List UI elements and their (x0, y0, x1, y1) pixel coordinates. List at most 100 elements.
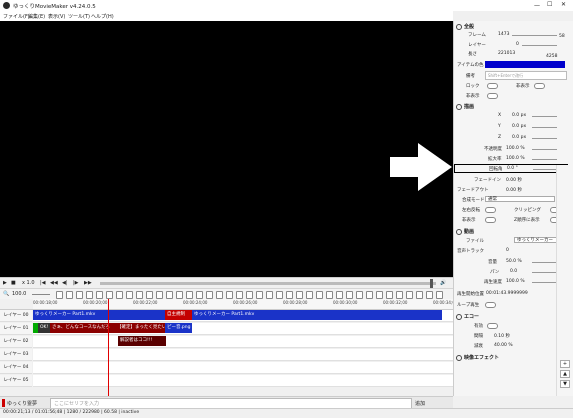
tool-icon[interactable] (226, 291, 233, 299)
opacity-slider[interactable] (532, 149, 557, 150)
layer-label[interactable]: レイヤー 05 (0, 375, 32, 387)
fadein-value[interactable]: 0.00 秒 (506, 177, 522, 183)
tool-icon[interactable] (106, 291, 113, 299)
menu-help[interactable]: ヘルプ(H) (91, 13, 114, 20)
decay-value[interactable]: 40.00 % (494, 343, 513, 348)
tool-icon[interactable] (326, 291, 333, 299)
layer-label[interactable]: レイヤー 00 (0, 310, 32, 322)
tool-icon[interactable] (196, 291, 203, 299)
tool-icon[interactable] (176, 291, 183, 299)
layer-label[interactable]: レイヤー 02 (0, 336, 32, 348)
tool-icon[interactable] (406, 291, 413, 299)
volume-slider[interactable] (532, 262, 557, 263)
other-toggle[interactable] (487, 93, 498, 99)
tool-icon[interactable] (416, 291, 423, 299)
skip-back-icon[interactable]: |◀ (40, 280, 46, 286)
section-general[interactable]: 全般 (456, 23, 474, 30)
timeline-clip[interactable]: 解説者はココ!!! (118, 336, 166, 346)
play-icon[interactable]: ▶ (3, 280, 7, 286)
item-color-swatch[interactable] (485, 61, 565, 68)
tool-icon[interactable] (426, 291, 433, 299)
layer-label[interactable]: レイヤー 04 (0, 362, 32, 374)
timeline-clip[interactable]: 自主規制 (165, 310, 192, 320)
tool-icon[interactable] (296, 291, 303, 299)
section-echo[interactable]: エコー (456, 313, 479, 320)
tool-icon[interactable] (76, 291, 83, 299)
tool-icon[interactable] (56, 291, 63, 299)
timeline-clip[interactable]: 【確定】まったく見たい (115, 323, 165, 333)
tool-icon[interactable] (126, 291, 133, 299)
add-button[interactable]: 追加 (415, 400, 425, 407)
tool-icon[interactable] (276, 291, 283, 299)
rotation-row[interactable]: 回転角 0.0 ° (454, 164, 568, 173)
speed-label[interactable]: x 1.0 (22, 280, 35, 286)
minimize-icon[interactable]: — (534, 2, 540, 9)
menu-file[interactable]: ファイル(F) (3, 13, 30, 20)
layer-lane[interactable] (33, 375, 453, 387)
opacity-value[interactable]: 100.0 % (506, 146, 525, 151)
tool-icon[interactable] (376, 291, 383, 299)
frame-forward-icon[interactable]: |▶ (73, 280, 79, 286)
add-effect-icon[interactable]: + (560, 360, 570, 368)
y-slider[interactable] (532, 127, 557, 128)
echo-valid-toggle[interactable] (487, 323, 498, 329)
frame-slider[interactable] (512, 35, 557, 36)
zorder-toggle[interactable] (485, 217, 496, 223)
zoom-slider[interactable] (32, 294, 50, 295)
frame-back-icon[interactable]: ◀| (62, 280, 68, 286)
pan-value[interactable]: 0.0 (510, 269, 517, 274)
layer-lane[interactable] (33, 362, 453, 374)
effect-down-icon[interactable]: ▼ (560, 380, 570, 388)
z-slider[interactable] (532, 138, 557, 139)
rewind-icon[interactable]: ◀◀ (50, 280, 58, 286)
seek-bar[interactable] (100, 282, 436, 285)
tool-icon[interactable] (386, 291, 393, 299)
tool-icon[interactable] (66, 291, 73, 299)
tool-icon[interactable] (186, 291, 193, 299)
timeline-clip[interactable]: OK! (38, 323, 50, 333)
time-ruler[interactable]: 00:00:18;00 00:00:20;00 00:00:22;00 00:0… (33, 299, 455, 310)
layer-lane[interactable] (33, 349, 453, 361)
tool-icon[interactable] (136, 291, 143, 299)
close-icon[interactable]: ✕ (561, 1, 566, 8)
menu-edit[interactable]: 編集(E) (28, 13, 45, 20)
lock-toggle[interactable] (487, 83, 498, 89)
tool-icon[interactable] (166, 291, 173, 299)
x-slider[interactable] (532, 116, 557, 117)
tool-icon[interactable] (306, 291, 313, 299)
tool-icon[interactable] (436, 291, 443, 299)
y-value[interactable]: 0.0 px (512, 124, 526, 129)
menu-tools[interactable]: ツール(T) (68, 13, 90, 20)
menu-view[interactable]: 表示(V) (48, 13, 65, 20)
stop-icon[interactable]: ■ (11, 280, 16, 286)
fast-forward-icon[interactable]: ▶▶ (84, 280, 92, 286)
scale-slider[interactable] (532, 159, 557, 160)
speed-value[interactable]: 100.0 % (506, 279, 525, 284)
section-effects[interactable]: 映像エフェクト (456, 354, 499, 361)
tool-icon[interactable] (316, 291, 323, 299)
section-draw[interactable]: 描画 (456, 103, 474, 110)
memo-input[interactable]: Shift+Enterで改行 (485, 71, 567, 80)
file-select[interactable]: ゆっくりメーカー (514, 237, 558, 243)
timeline-clip[interactable]: ピー音.png (165, 323, 192, 333)
layer-slider[interactable] (522, 45, 557, 46)
timeline-clip[interactable]: さぁ、どんなコースなんだろ (50, 323, 115, 333)
effect-up-icon[interactable]: ▲ (560, 370, 570, 378)
tool-icon[interactable] (356, 291, 363, 299)
track-value[interactable]: 0 (506, 248, 509, 253)
tool-icon[interactable] (346, 291, 353, 299)
tool-icon[interactable] (216, 291, 223, 299)
character-selector[interactable]: ゆっくり霊夢 (7, 400, 37, 407)
speed-slider[interactable] (532, 282, 557, 283)
invert-toggle[interactable] (485, 207, 496, 213)
tool-icon[interactable] (116, 291, 123, 299)
tool-icon[interactable] (156, 291, 163, 299)
rotation-slider[interactable] (533, 169, 558, 170)
blend-select[interactable]: 通常 (485, 196, 555, 202)
volume-icon[interactable]: 🔊 (440, 280, 446, 286)
tool-icon[interactable] (96, 291, 103, 299)
tool-icon[interactable] (286, 291, 293, 299)
hidden-toggle[interactable] (534, 83, 545, 89)
loop-toggle[interactable] (485, 302, 496, 308)
maximize-icon[interactable]: ☐ (547, 1, 552, 8)
